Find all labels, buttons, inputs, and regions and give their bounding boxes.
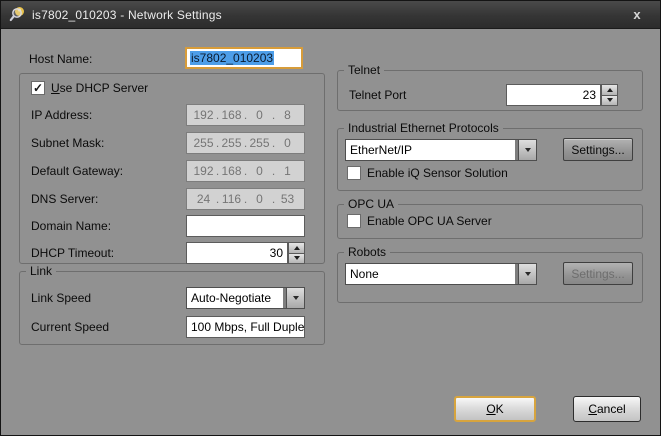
ip-octet: 168	[220, 108, 243, 122]
dhcp-timeout-value: 30	[270, 246, 283, 260]
ip-address-label: IP Address:	[31, 108, 92, 122]
ok-button-label: OK	[486, 402, 503, 416]
ip-octet: 168	[220, 164, 243, 178]
ip-octet: 255	[220, 136, 243, 150]
ip-octet: 192	[192, 164, 215, 178]
telnet-port-label: Telnet Port	[349, 88, 406, 102]
protocol-dropdown-button[interactable]	[518, 140, 536, 160]
arrow-down-icon	[294, 256, 300, 260]
host-name-selected-text: is7802_010203	[190, 51, 274, 65]
ip-octet: 1	[276, 164, 299, 178]
iq-sensor-checkbox-label[interactable]: Enable iQ Sensor Solution	[367, 166, 508, 180]
opcua-group-title: OPC UA	[344, 197, 398, 211]
spin-down-button[interactable]	[601, 96, 618, 107]
robots-group-title: Robots	[344, 245, 390, 259]
arrow-down-icon	[607, 98, 613, 102]
ip-octet: 0	[276, 136, 299, 150]
iq-sensor-checkbox-box[interactable]	[347, 166, 361, 180]
robot-settings-label: Settings...	[571, 267, 624, 281]
current-speed-field[interactable]: 100 Mbps, Full Duplex	[186, 316, 305, 338]
dhcp-timeout-label: DHCP Timeout:	[31, 246, 114, 260]
ip-octet: 53	[276, 192, 299, 206]
close-icon[interactable]: x	[622, 4, 652, 26]
dns-server-field: 24.116.0.53	[186, 188, 305, 210]
ip-octet: 0	[248, 108, 271, 122]
robot-dropdown-button[interactable]	[518, 264, 536, 284]
host-name-label: Host Name:	[29, 52, 92, 66]
use-dhcp-checkbox-box[interactable]: ✓	[31, 81, 45, 95]
protocol-value: EtherNet/IP	[346, 140, 515, 160]
subnet-mask-label: Subnet Mask:	[31, 136, 104, 150]
robot-settings-button: Settings...	[563, 262, 633, 285]
protocol-settings-button[interactable]: Settings...	[563, 138, 633, 161]
link-group-title: Link	[26, 264, 56, 278]
chevron-down-icon	[525, 272, 531, 276]
ok-button[interactable]: OK	[454, 396, 536, 422]
telnet-port-input[interactable]: 23	[506, 84, 601, 106]
window-title: is7802_010203 - Network Settings	[32, 8, 622, 22]
link-speed-label: Link Speed	[31, 291, 91, 305]
default-gateway-label: Default Gateway:	[31, 164, 123, 178]
ip-octet: 192	[192, 108, 215, 122]
subnet-mask-field: 255.255.255.0	[186, 132, 305, 154]
current-speed-label: Current Speed	[31, 320, 109, 334]
link-speed-combo[interactable]: Auto-Negotiate	[186, 287, 305, 309]
ip-octet: 0	[248, 192, 271, 206]
cancel-button-label: Cancel	[588, 402, 625, 416]
domain-name-input[interactable]	[186, 215, 305, 237]
chevron-down-icon	[293, 296, 299, 300]
robot-combo[interactable]: None	[345, 263, 537, 285]
telnet-port-value: 23	[583, 88, 596, 102]
spin-up-button[interactable]	[288, 242, 305, 254]
use-dhcp-checkbox-label[interactable]: Use DHCP Server	[51, 81, 148, 95]
default-gateway-field: 192.168.0.1	[186, 160, 305, 182]
ip-octet: 8	[276, 108, 299, 122]
telnet-group-title: Telnet	[344, 63, 384, 77]
dhcp-timeout-spinner[interactable]	[288, 242, 305, 264]
dhcp-timeout-input[interactable]: 30	[186, 242, 288, 264]
link-speed-dropdown-button[interactable]	[286, 288, 304, 308]
protocol-settings-label: Settings...	[571, 143, 624, 157]
arrow-up-icon	[607, 88, 613, 92]
current-speed-value: 100 Mbps, Full Duplex	[191, 320, 305, 334]
opcua-server-checkbox-box[interactable]	[347, 214, 361, 228]
industrial-ethernet-group-title: Industrial Ethernet Protocols	[344, 121, 503, 135]
host-name-input[interactable]: is7802_010203	[185, 47, 303, 69]
link-speed-value: Auto-Negotiate	[187, 288, 283, 308]
opcua-server-checkbox[interactable]: Enable OPC UA Server	[347, 214, 492, 228]
ip-octet: 24	[192, 192, 215, 206]
ip-octet: 255	[192, 136, 215, 150]
ip-octet: 116	[220, 192, 243, 206]
ip-octet: 0	[248, 164, 271, 178]
app-sensor-icon	[9, 6, 26, 23]
cancel-button[interactable]: Cancel	[573, 396, 641, 422]
ip-address-field: 192.168.0.8	[186, 104, 305, 126]
network-settings-dialog: is7802_010203 - Network Settings x Host …	[0, 0, 661, 436]
domain-name-label: Domain Name:	[31, 219, 111, 233]
title-bar[interactable]: is7802_010203 - Network Settings x	[1, 1, 660, 29]
robot-value: None	[346, 264, 515, 284]
spin-up-button[interactable]	[601, 84, 618, 96]
telnet-port-spinner[interactable]	[601, 84, 618, 106]
protocol-combo[interactable]: EtherNet/IP	[345, 139, 537, 161]
use-dhcp-checkbox[interactable]: ✓ Use DHCP Server	[31, 81, 148, 95]
opcua-server-checkbox-label[interactable]: Enable OPC UA Server	[367, 214, 492, 228]
dns-server-label: DNS Server:	[31, 192, 98, 206]
arrow-up-icon	[294, 246, 300, 250]
ip-octet: 255	[248, 136, 271, 150]
spin-down-button[interactable]	[288, 254, 305, 265]
iq-sensor-checkbox[interactable]: Enable iQ Sensor Solution	[347, 166, 508, 180]
chevron-down-icon	[525, 148, 531, 152]
